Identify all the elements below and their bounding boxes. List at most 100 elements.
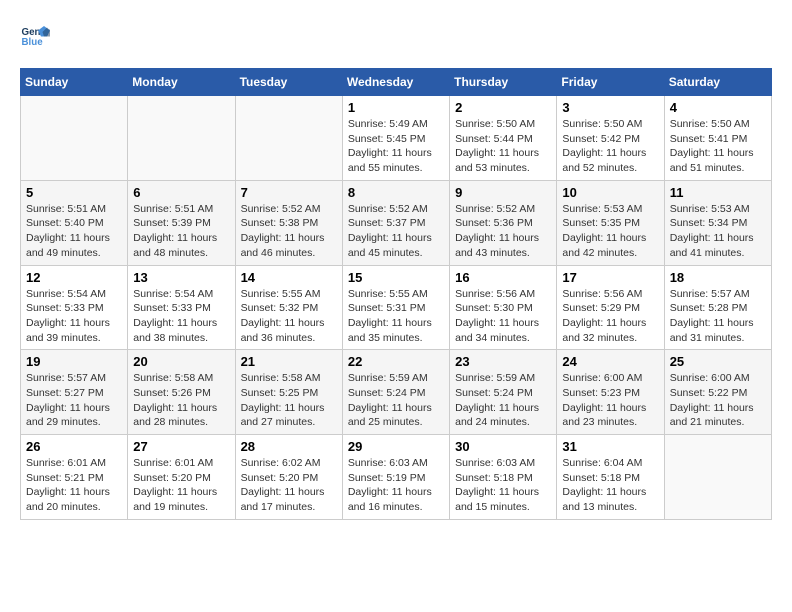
calendar-cell: 18 Sunrise: 5:57 AM Sunset: 5:28 PM Dayli… <box>664 265 771 350</box>
day-number: 19 <box>26 354 122 369</box>
day-number: 8 <box>348 185 444 200</box>
calendar-cell: 27 Sunrise: 6:01 AM Sunset: 5:20 PM Dayli… <box>128 435 235 520</box>
weekday-header-friday: Friday <box>557 69 664 96</box>
day-number: 12 <box>26 270 122 285</box>
calendar-cell: 1Sunrise: 5:49 AM Sunset: 5:45 PM Daylig… <box>342 96 449 181</box>
day-info: Sunrise: 5:56 AM Sunset: 5:30 PM Dayligh… <box>455 287 551 346</box>
calendar-cell: 2Sunrise: 5:50 AM Sunset: 5:44 PM Daylig… <box>450 96 557 181</box>
calendar-cell: 16 Sunrise: 5:56 AM Sunset: 5:30 PM Dayli… <box>450 265 557 350</box>
day-number: 25 <box>670 354 766 369</box>
day-number: 15 <box>348 270 444 285</box>
calendar-cell: 15 Sunrise: 5:55 AM Sunset: 5:31 PM Dayli… <box>342 265 449 350</box>
calendar-cell: 9Sunrise: 5:52 AM Sunset: 5:36 PM Daylig… <box>450 180 557 265</box>
day-info: Sunrise: 6:03 AM Sunset: 5:18 PM Dayligh… <box>455 456 551 515</box>
day-number: 29 <box>348 439 444 454</box>
day-info: Sunrise: 5:59 AM Sunset: 5:24 PM Dayligh… <box>455 371 551 430</box>
svg-text:Blue: Blue <box>22 37 44 48</box>
weekday-header-thursday: Thursday <box>450 69 557 96</box>
day-number: 23 <box>455 354 551 369</box>
calendar-cell <box>128 96 235 181</box>
day-info: Sunrise: 5:50 AM Sunset: 5:41 PM Dayligh… <box>670 117 766 176</box>
weekday-header-row: SundayMondayTuesdayWednesdayThursdayFrid… <box>21 69 772 96</box>
calendar-cell: 28 Sunrise: 6:02 AM Sunset: 5:20 PM Dayli… <box>235 435 342 520</box>
calendar-cell: 3 Sunrise: 5:50 AM Sunset: 5:42 PM Daylig… <box>557 96 664 181</box>
calendar-cell: 26 Sunrise: 6:01 AM Sunset: 5:21 PM Dayli… <box>21 435 128 520</box>
day-number: 10 <box>562 185 658 200</box>
day-number: 24 <box>562 354 658 369</box>
calendar-week-row: 5 Sunrise: 5:51 AM Sunset: 5:40 PM Daylig… <box>21 180 772 265</box>
day-info: Sunrise: 5:56 AM Sunset: 5:29 PM Dayligh… <box>562 287 658 346</box>
day-number: 16 <box>455 270 551 285</box>
day-info: Sunrise: 6:03 AM Sunset: 5:19 PM Dayligh… <box>348 456 444 515</box>
calendar-cell: 13Sunrise: 5:54 AM Sunset: 5:33 PM Dayli… <box>128 265 235 350</box>
day-number: 20 <box>133 354 229 369</box>
day-info: Sunrise: 5:50 AM Sunset: 5:42 PM Dayligh… <box>562 117 658 176</box>
calendar-week-row: 1Sunrise: 5:49 AM Sunset: 5:45 PM Daylig… <box>21 96 772 181</box>
calendar-cell: 11Sunrise: 5:53 AM Sunset: 5:34 PM Dayli… <box>664 180 771 265</box>
weekday-header-wednesday: Wednesday <box>342 69 449 96</box>
day-number: 5 <box>26 185 122 200</box>
day-info: Sunrise: 5:52 AM Sunset: 5:37 PM Dayligh… <box>348 202 444 261</box>
day-number: 31 <box>562 439 658 454</box>
calendar-cell: 10 Sunrise: 5:53 AM Sunset: 5:35 PM Dayli… <box>557 180 664 265</box>
calendar-week-row: 12 Sunrise: 5:54 AM Sunset: 5:33 PM Dayli… <box>21 265 772 350</box>
day-info: Sunrise: 6:04 AM Sunset: 5:18 PM Dayligh… <box>562 456 658 515</box>
calendar-cell: 25 Sunrise: 6:00 AM Sunset: 5:22 PM Dayli… <box>664 350 771 435</box>
calendar-cell: 8 Sunrise: 5:52 AM Sunset: 5:37 PM Daylig… <box>342 180 449 265</box>
day-number: 18 <box>670 270 766 285</box>
calendar-cell: 31 Sunrise: 6:04 AM Sunset: 5:18 PM Dayli… <box>557 435 664 520</box>
day-info: Sunrise: 5:57 AM Sunset: 5:27 PM Dayligh… <box>26 371 122 430</box>
day-number: 22 <box>348 354 444 369</box>
calendar-cell <box>235 96 342 181</box>
day-number: 11 <box>670 185 766 200</box>
day-number: 28 <box>241 439 337 454</box>
day-info: Sunrise: 5:55 AM Sunset: 5:31 PM Dayligh… <box>348 287 444 346</box>
day-number: 1 <box>348 100 444 115</box>
day-info: Sunrise: 6:01 AM Sunset: 5:20 PM Dayligh… <box>133 456 229 515</box>
calendar-cell: 6Sunrise: 5:51 AM Sunset: 5:39 PM Daylig… <box>128 180 235 265</box>
calendar-cell: 17 Sunrise: 5:56 AM Sunset: 5:29 PM Dayli… <box>557 265 664 350</box>
day-number: 9 <box>455 185 551 200</box>
day-info: Sunrise: 5:52 AM Sunset: 5:38 PM Dayligh… <box>241 202 337 261</box>
day-info: Sunrise: 6:00 AM Sunset: 5:22 PM Dayligh… <box>670 371 766 430</box>
calendar-cell: 23 Sunrise: 5:59 AM Sunset: 5:24 PM Dayli… <box>450 350 557 435</box>
day-number: 17 <box>562 270 658 285</box>
day-number: 26 <box>26 439 122 454</box>
day-number: 6 <box>133 185 229 200</box>
day-number: 21 <box>241 354 337 369</box>
calendar-cell: 19 Sunrise: 5:57 AM Sunset: 5:27 PM Dayli… <box>21 350 128 435</box>
day-number: 14 <box>241 270 337 285</box>
weekday-header-monday: Monday <box>128 69 235 96</box>
day-number: 2 <box>455 100 551 115</box>
day-number: 7 <box>241 185 337 200</box>
day-info: Sunrise: 5:53 AM Sunset: 5:35 PM Dayligh… <box>562 202 658 261</box>
day-number: 4 <box>670 100 766 115</box>
weekday-header-tuesday: Tuesday <box>235 69 342 96</box>
calendar-cell: 30Sunrise: 6:03 AM Sunset: 5:18 PM Dayli… <box>450 435 557 520</box>
day-info: Sunrise: 5:55 AM Sunset: 5:32 PM Dayligh… <box>241 287 337 346</box>
day-info: Sunrise: 5:51 AM Sunset: 5:40 PM Dayligh… <box>26 202 122 261</box>
calendar-cell: 7 Sunrise: 5:52 AM Sunset: 5:38 PM Daylig… <box>235 180 342 265</box>
logo-icon: General Blue <box>20 20 50 50</box>
calendar-cell: 21Sunrise: 5:58 AM Sunset: 5:25 PM Dayli… <box>235 350 342 435</box>
day-number: 27 <box>133 439 229 454</box>
calendar-cell: 24 Sunrise: 6:00 AM Sunset: 5:23 PM Dayli… <box>557 350 664 435</box>
day-info: Sunrise: 6:01 AM Sunset: 5:21 PM Dayligh… <box>26 456 122 515</box>
calendar-cell: 22Sunrise: 5:59 AM Sunset: 5:24 PM Dayli… <box>342 350 449 435</box>
calendar-table: SundayMondayTuesdayWednesdayThursdayFrid… <box>20 68 772 520</box>
calendar-cell <box>21 96 128 181</box>
day-info: Sunrise: 5:54 AM Sunset: 5:33 PM Dayligh… <box>133 287 229 346</box>
day-info: Sunrise: 6:00 AM Sunset: 5:23 PM Dayligh… <box>562 371 658 430</box>
logo: General Blue <box>20 20 54 50</box>
calendar-week-row: 19 Sunrise: 5:57 AM Sunset: 5:27 PM Dayli… <box>21 350 772 435</box>
day-info: Sunrise: 6:02 AM Sunset: 5:20 PM Dayligh… <box>241 456 337 515</box>
day-info: Sunrise: 5:57 AM Sunset: 5:28 PM Dayligh… <box>670 287 766 346</box>
calendar-cell: 14 Sunrise: 5:55 AM Sunset: 5:32 PM Dayli… <box>235 265 342 350</box>
day-number: 3 <box>562 100 658 115</box>
top-row: General Blue <box>20 20 772 60</box>
calendar-week-row: 26 Sunrise: 6:01 AM Sunset: 5:21 PM Dayli… <box>21 435 772 520</box>
weekday-header-sunday: Sunday <box>21 69 128 96</box>
calendar-cell: 5 Sunrise: 5:51 AM Sunset: 5:40 PM Daylig… <box>21 180 128 265</box>
calendar-cell: 20Sunrise: 5:58 AM Sunset: 5:26 PM Dayli… <box>128 350 235 435</box>
calendar-cell <box>664 435 771 520</box>
